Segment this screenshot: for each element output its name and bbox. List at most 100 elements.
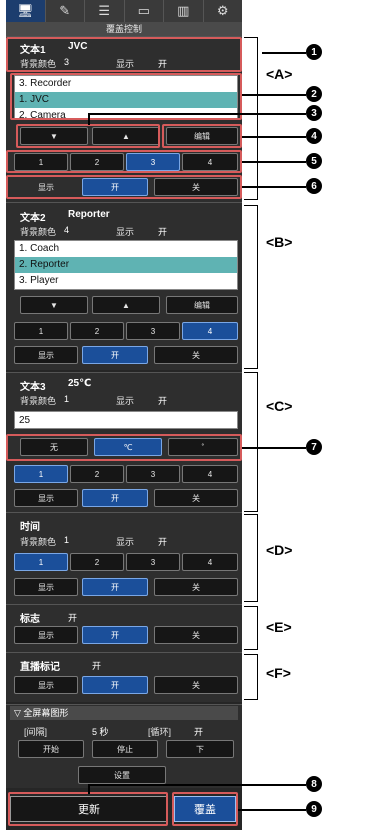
text3-input[interactable]: 25 [14,411,238,429]
leader-9 [238,809,306,811]
display-label: 显示 [14,626,78,644]
label-C: <C> [266,398,293,414]
text3-disp-value: 开 [158,396,168,406]
move-up-button[interactable]: ▲ [92,296,160,314]
highlight-7 [6,434,242,461]
tab-display[interactable]: ▭ [125,0,164,22]
logo-title: 标志 [20,614,40,625]
brace-B [244,205,258,369]
display-on-button[interactable]: 开 [82,578,148,596]
bg-color-2-button[interactable]: 2 [70,465,124,483]
text2-bg-value: 4 [64,225,70,235]
text2-bg-label: 背景颜色 [20,227,57,237]
start-button[interactable]: 开始 [18,740,84,758]
brace-A [244,37,258,200]
settings-button[interactable]: 设置 [78,766,166,784]
leader-3 [88,113,306,115]
leader-1 [262,52,306,54]
bg-color-1-button[interactable]: 1 [14,465,68,483]
brace-C [244,372,258,512]
bg-color-4-button[interactable]: 4 [182,465,238,483]
callout-1: 1 [306,44,322,60]
time-disp-value: 开 [158,537,168,547]
edit-list-icon: ☰ [98,3,111,18]
text2-disp-label: 显示 [116,227,135,237]
display-off-button[interactable]: 关 [154,489,238,507]
fullscreen-header[interactable]: ▽ 全屏幕图形 [10,706,238,720]
tab-monitor[interactable]: 🖥 [6,0,46,22]
move-down-button[interactable]: ▼ [20,296,88,314]
text2-title-value: Reporter [68,209,110,220]
logo-value: 开 [68,613,78,623]
edit-button[interactable]: 编辑 [166,296,238,314]
label-D: <D> [266,542,293,558]
display-label: 显示 [14,676,78,694]
time-bg-value: 1 [64,535,70,545]
bg-color-3-button[interactable]: 3 [126,553,180,571]
bg-color-2-button[interactable]: 2 [70,322,124,340]
leader-4 [242,136,306,138]
brace-E [244,606,258,650]
label-F: <F> [266,665,291,681]
bg-color-4-button[interactable]: 4 [182,322,238,340]
highlight-3 [16,124,160,148]
text3-bg-label: 背景颜色 [20,396,57,406]
stop-button[interactable]: 停止 [92,740,158,758]
live-mark-value: 开 [92,661,102,671]
loop-value: 开 [194,727,204,737]
tab-settings[interactable]: ⚙ [204,0,243,22]
bg-color-3-button[interactable]: 3 [126,322,180,340]
bg-color-1-button[interactable]: 1 [14,322,68,340]
callout-5: 5 [306,153,322,169]
edit-icon: ✎ [59,3,71,18]
highlight-6 [6,175,242,199]
leader-7 [242,447,306,449]
text3-title-value: 25℃ [68,378,92,389]
display-off-button[interactable]: 关 [154,626,238,644]
display-off-button[interactable]: 关 [154,346,238,364]
signal-icon: ▥ [177,3,190,18]
text2-preset-list[interactable]: 1. Coach 2. Reporter 3. Player [14,240,238,290]
text2-title: 文本2 [20,213,46,224]
text2-disp-value: 开 [158,227,168,237]
list-item[interactable]: 1. Coach [15,241,237,257]
interval-value: 5 秒 [92,727,109,737]
display-label: 显示 [14,578,78,596]
list-item-selected[interactable]: 2. Reporter [15,257,237,273]
list-item[interactable]: 3. Player [15,273,237,289]
bg-color-1-button[interactable]: 1 [14,553,68,571]
tab-edit[interactable]: ✎ [46,0,85,22]
bg-color-4-button[interactable]: 4 [182,553,238,571]
bg-color-3-button[interactable]: 3 [126,465,180,483]
display-on-button[interactable]: 开 [82,676,148,694]
display-off-button[interactable]: 关 [154,578,238,596]
page-subtitle: 覆盖控制 [6,22,242,36]
callout-7: 7 [306,439,322,455]
live-mark-title: 直播标记 [20,662,60,673]
time-bg-label: 背景颜色 [20,537,57,547]
next-button[interactable]: 下 [166,740,234,758]
tab-signal[interactable]: ▥ [164,0,204,22]
bg-color-2-button[interactable]: 2 [70,553,124,571]
callout-6: 6 [306,178,322,194]
display-on-button[interactable]: 开 [82,626,148,644]
callout-4: 4 [306,128,322,144]
highlight-4 [162,124,242,148]
display-icon: ▭ [137,3,150,18]
leader-3-v [88,113,90,125]
callout-9: 9 [306,801,322,817]
display-label: 显示 [14,489,78,507]
display-off-button[interactable]: 关 [154,676,238,694]
label-E: <E> [266,619,292,635]
top-tab-bar: 🖥 ✎ ☰ ▭ ▥ ⚙ [6,0,242,22]
leader-5 [242,161,306,163]
brace-F [244,654,258,700]
loop-label: [循环] [148,727,172,737]
tab-edit-list[interactable]: ☰ [85,0,125,22]
text3-bg-value: 1 [64,394,70,404]
gear-icon: ⚙ [216,3,229,18]
text3-title: 文本3 [20,382,46,393]
display-on-button[interactable]: 开 [82,346,148,364]
highlight-1 [6,37,242,72]
display-on-button[interactable]: 开 [82,489,148,507]
